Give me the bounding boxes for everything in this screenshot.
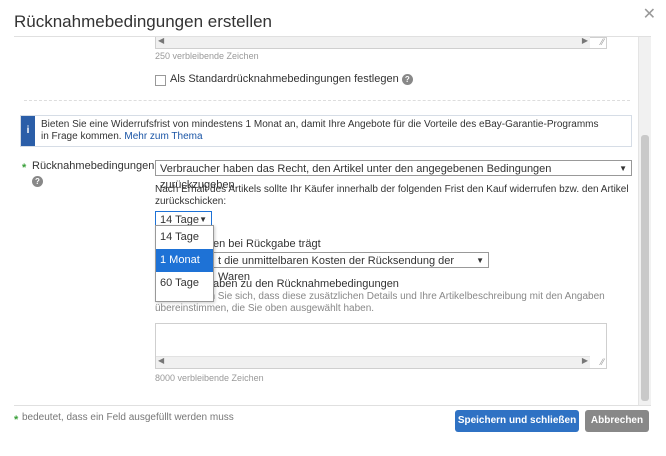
scroll-left-icon[interactable]: ◀ [158, 37, 164, 45]
resize-handle-icon[interactable]: ⁄⁄ [601, 357, 604, 367]
more-info-link[interactable]: Mehr zum Thema [124, 131, 202, 142]
dropdown-option-1-monat[interactable]: 1 Monat [156, 249, 213, 272]
return-period-text: Nach Erhalt des Artikels sollte Ihr Käuf… [155, 184, 629, 207]
top-textarea[interactable]: ◀ ▶ ⁄⁄ [155, 37, 607, 49]
section-divider [24, 100, 630, 101]
details-label: aben zu den Rücknahmebedingungen [213, 278, 399, 290]
return-cost-label: en bei Rückgabe trägt [213, 238, 321, 250]
dropdown-option-14-tage[interactable]: 14 Tage [156, 226, 213, 249]
details-remaining-characters: 8000 verbleibende Zeichen [155, 373, 264, 383]
cancel-button[interactable]: Abbrechen [585, 410, 649, 432]
dialog-content: ◀ ▶ ⁄⁄ 250 verbleibende Zeichen Als Stan… [14, 36, 651, 406]
return-policy-select[interactable]: Verbraucher haben das Recht, den Artikel… [155, 160, 632, 191]
remaining-characters: 250 verbleibende Zeichen [155, 51, 259, 61]
dialog-title: Rücknahmebedingungen erstellen [14, 12, 273, 31]
save-and-close-button[interactable]: Speichern und schließen [455, 410, 579, 432]
return-policy-help[interactable]: ? [32, 173, 43, 191]
return-policy-label: Rücknahmebedingungen [32, 160, 155, 172]
required-note: bedeutet, dass ein Feld ausgefüllt werde… [22, 412, 234, 423]
horizontal-scrollbar[interactable]: ◀ ▶ [156, 356, 590, 368]
info-icon: i [21, 116, 35, 146]
return-period-dropdown[interactable]: 14 Tage 1 Monat 60 Tage [155, 225, 214, 302]
details-textarea[interactable]: ◀ ▶ ⁄⁄ [155, 323, 607, 369]
scroll-left-icon[interactable]: ◀ [158, 356, 164, 365]
resize-handle-icon[interactable]: ⁄⁄ [601, 37, 604, 47]
info-box: i Bieten Sie eine Widerrufsfrist von min… [20, 115, 632, 147]
required-star: * [22, 162, 27, 174]
info-text: Bieten Sie eine Widerrufsfrist von minde… [41, 119, 599, 142]
help-icon[interactable]: ? [401, 73, 413, 85]
chevron-down-icon: ▼ [476, 256, 484, 265]
default-policy-label: Als Standardrücknahmebedingungen festleg… [170, 73, 413, 85]
default-policy-checkbox[interactable] [155, 75, 166, 86]
help-icon[interactable]: ? [32, 176, 43, 188]
horizontal-scrollbar[interactable]: ◀ ▶ [156, 37, 590, 48]
return-cost-select[interactable]: t die unmittelbaren Kosten der Rücksendu… [213, 252, 489, 283]
required-star: * [14, 414, 19, 426]
scrollbar-thumb[interactable] [641, 135, 649, 401]
dropdown-option-60-tage[interactable]: 60 Tage [156, 272, 213, 295]
details-note: Vergewissern Sie sich, dass diese zusätz… [155, 291, 605, 314]
close-icon[interactable]: ✕ [643, 4, 656, 24]
scroll-right-icon[interactable]: ▶ [582, 37, 588, 45]
vertical-scrollbar[interactable] [638, 37, 651, 405]
scroll-right-icon[interactable]: ▶ [582, 356, 588, 365]
chevron-down-icon: ▼ [619, 164, 627, 173]
